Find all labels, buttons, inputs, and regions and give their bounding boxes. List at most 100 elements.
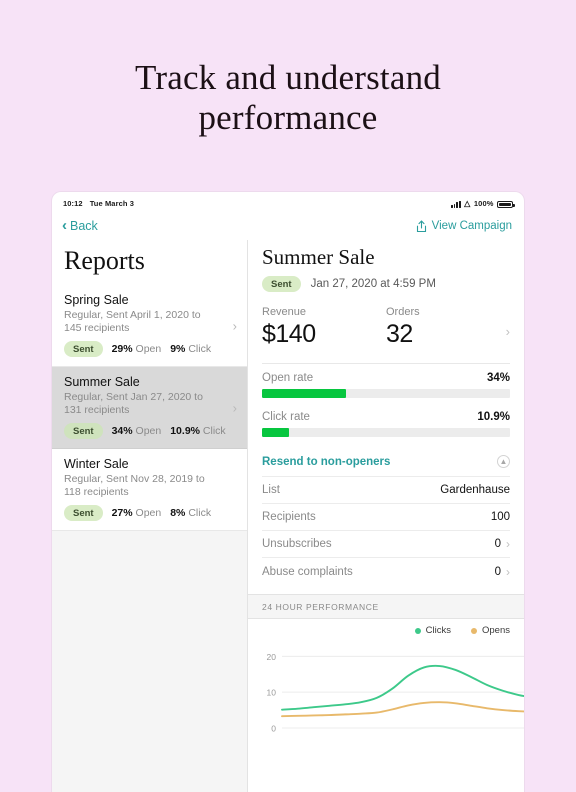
- svg-text:0: 0: [271, 724, 276, 734]
- kpi-value: $140: [262, 320, 316, 348]
- chart-plot-area: 0 10 20: [256, 638, 524, 744]
- wifi-icon: △: [464, 199, 471, 208]
- kpi-orders: Orders 32: [386, 306, 510, 349]
- detail-row-abuse-complaints[interactable]: Abuse complaints 0 ›: [262, 558, 510, 585]
- headline-line-1: Track and understand: [135, 58, 441, 97]
- legend-item-clicks: Clicks: [414, 625, 451, 636]
- campaign-open-value: 29%: [111, 343, 133, 355]
- campaign-stats: Sent 27% Open 8% Click: [64, 505, 235, 521]
- status-badge: Sent: [64, 505, 103, 521]
- campaign-open-value: 34%: [111, 425, 133, 437]
- detail-content: Summer Sale Sent Jan 27, 2020 at 4:59 PM…: [248, 240, 524, 585]
- campaign-list-item-summer-sale[interactable]: Summer Sale Regular, Sent Jan 27, 2020 t…: [52, 367, 247, 449]
- legend-item-opens: Opens: [471, 625, 510, 636]
- campaign-click-label: Click: [188, 507, 212, 519]
- campaign-open-stat: 27% Open: [112, 507, 162, 519]
- performance-chart: Clicks Opens 0 10 20: [248, 619, 524, 744]
- campaign-click-label: Click: [188, 343, 212, 355]
- cellular-bars-icon: [450, 200, 461, 208]
- status-bar-left: 10:12 Tue March 3: [63, 199, 134, 208]
- open-rate-value: 34%: [486, 372, 510, 384]
- kpi-revenue: Revenue $140: [262, 306, 386, 349]
- resend-to-non-openers-button[interactable]: Resend to non-openers ▲: [262, 447, 510, 477]
- kpi-label: Orders: [386, 306, 420, 318]
- campaign-click-stat: 10.9% Click: [170, 425, 225, 437]
- row-value: 0: [494, 538, 501, 550]
- campaign-click-value: 9%: [170, 343, 186, 355]
- campaign-open-label: Open: [135, 343, 162, 355]
- campaign-open-stat: 29% Open: [112, 343, 162, 355]
- status-bar-right: △ 100%: [450, 199, 515, 208]
- campaign-open-value: 27%: [111, 507, 133, 519]
- detail-row-recipients: Recipients 100: [262, 504, 510, 531]
- campaign-name: Winter Sale: [64, 457, 129, 471]
- campaign-name: Spring Sale: [64, 293, 129, 307]
- click-rate-header: Click rate 10.9%: [262, 411, 510, 423]
- legend-label-clicks: Clicks: [425, 625, 451, 636]
- campaign-click-label: Click: [202, 425, 226, 437]
- campaign-open-label: Open: [135, 425, 162, 437]
- back-button-label: Back: [70, 219, 98, 233]
- row-value-wrap: 0 ›: [495, 537, 510, 551]
- campaign-stats: Sent 34% Open 10.9% Click: [64, 423, 235, 439]
- sent-date: Jan 27, 2020 at 4:59 PM: [310, 278, 436, 290]
- view-campaign-button[interactable]: View Campaign: [416, 219, 512, 233]
- detail-title: Summer Sale: [262, 245, 375, 269]
- marketing-headline: Track and understand performance: [0, 58, 576, 138]
- click-rate-value: 10.9%: [477, 411, 510, 423]
- row-key: Abuse complaints: [262, 565, 353, 578]
- share-icon: [416, 219, 426, 232]
- back-button[interactable]: ‹ Back: [62, 216, 98, 234]
- row-key: List: [262, 484, 280, 496]
- chart-section-title: 24 HOUR PERFORMANCE: [248, 594, 524, 619]
- headline-line-2: performance: [198, 98, 378, 137]
- click-rate-label: Click rate: [262, 411, 310, 423]
- campaign-subtitle-line-2: 145 recipients: [64, 322, 130, 334]
- chevron-up-circle-icon: ▲: [497, 455, 510, 468]
- detail-row-unsubscribes[interactable]: Unsubscribes 0 ›: [262, 531, 510, 558]
- detail-row-list: List Gardenhause: [262, 477, 510, 504]
- chevron-right-icon: ›: [232, 400, 237, 415]
- campaign-click-value: 10.9%: [170, 425, 200, 437]
- campaign-click-stat: 9% Click: [170, 343, 211, 355]
- battery-icon: [497, 200, 515, 208]
- chevron-left-icon: ‹: [62, 216, 67, 234]
- click-rate-progress-track: [262, 428, 510, 437]
- chevron-right-icon: ›: [506, 537, 510, 551]
- svg-text:10: 10: [267, 688, 277, 698]
- campaign-open-stat: 34% Open: [112, 425, 162, 437]
- status-bar-time: 10:12: [63, 199, 83, 208]
- detail-meta: Sent Jan 27, 2020 at 4:59 PM: [262, 276, 510, 292]
- row-value: 0: [494, 565, 501, 578]
- click-rate-progress-fill: [262, 428, 290, 437]
- nav-bar: ‹ Back View Campaign: [52, 212, 524, 240]
- view-campaign-label: View Campaign: [431, 220, 512, 232]
- row-key: Unsubscribes: [262, 538, 332, 550]
- status-badge: Sent: [64, 423, 103, 439]
- reports-sidebar: Reports Spring Sale Regular, Sent April …: [52, 240, 248, 792]
- row-value: 100: [490, 511, 510, 523]
- chevron-right-icon: ›: [506, 564, 510, 579]
- campaign-open-label: Open: [135, 507, 162, 519]
- legend-dot-opens: [471, 627, 477, 634]
- chevron-right-icon: ›: [232, 318, 237, 333]
- open-rate-progress-track: [262, 389, 510, 398]
- campaign-subtitle: Regular, Sent Nov 28, 2019 to 118 recipi…: [64, 473, 235, 499]
- kpi-row[interactable]: Revenue $140 Orders 32 ›: [262, 306, 510, 363]
- svg-text:20: 20: [267, 652, 277, 662]
- status-bar-date: Tue March 3: [89, 199, 134, 208]
- campaign-subtitle-line-1: Regular, Sent April 1, 2020 to: [64, 309, 201, 321]
- campaign-subtitle-line-1: Regular, Sent Jan 27, 2020 to: [64, 391, 203, 403]
- campaign-list-item-winter-sale[interactable]: Winter Sale Regular, Sent Nov 28, 2019 t…: [52, 449, 247, 531]
- battery-percent-label: 100%: [473, 199, 494, 208]
- campaign-list-item-spring-sale[interactable]: Spring Sale Regular, Sent April 1, 2020 …: [52, 285, 247, 367]
- legend-dot-clicks: [414, 627, 421, 634]
- kpi-label: Revenue: [262, 306, 307, 318]
- status-badge: Sent: [64, 341, 103, 357]
- status-bar: 10:12 Tue March 3 △ 100%: [52, 192, 524, 212]
- page-title: Reports: [52, 240, 247, 285]
- row-value: Gardenhause: [440, 484, 510, 496]
- row-value-wrap: 0 ›: [495, 565, 510, 579]
- chart-svg: 0 10 20: [267, 652, 524, 734]
- campaign-detail-pane: Summer Sale Sent Jan 27, 2020 at 4:59 PM…: [248, 240, 524, 792]
